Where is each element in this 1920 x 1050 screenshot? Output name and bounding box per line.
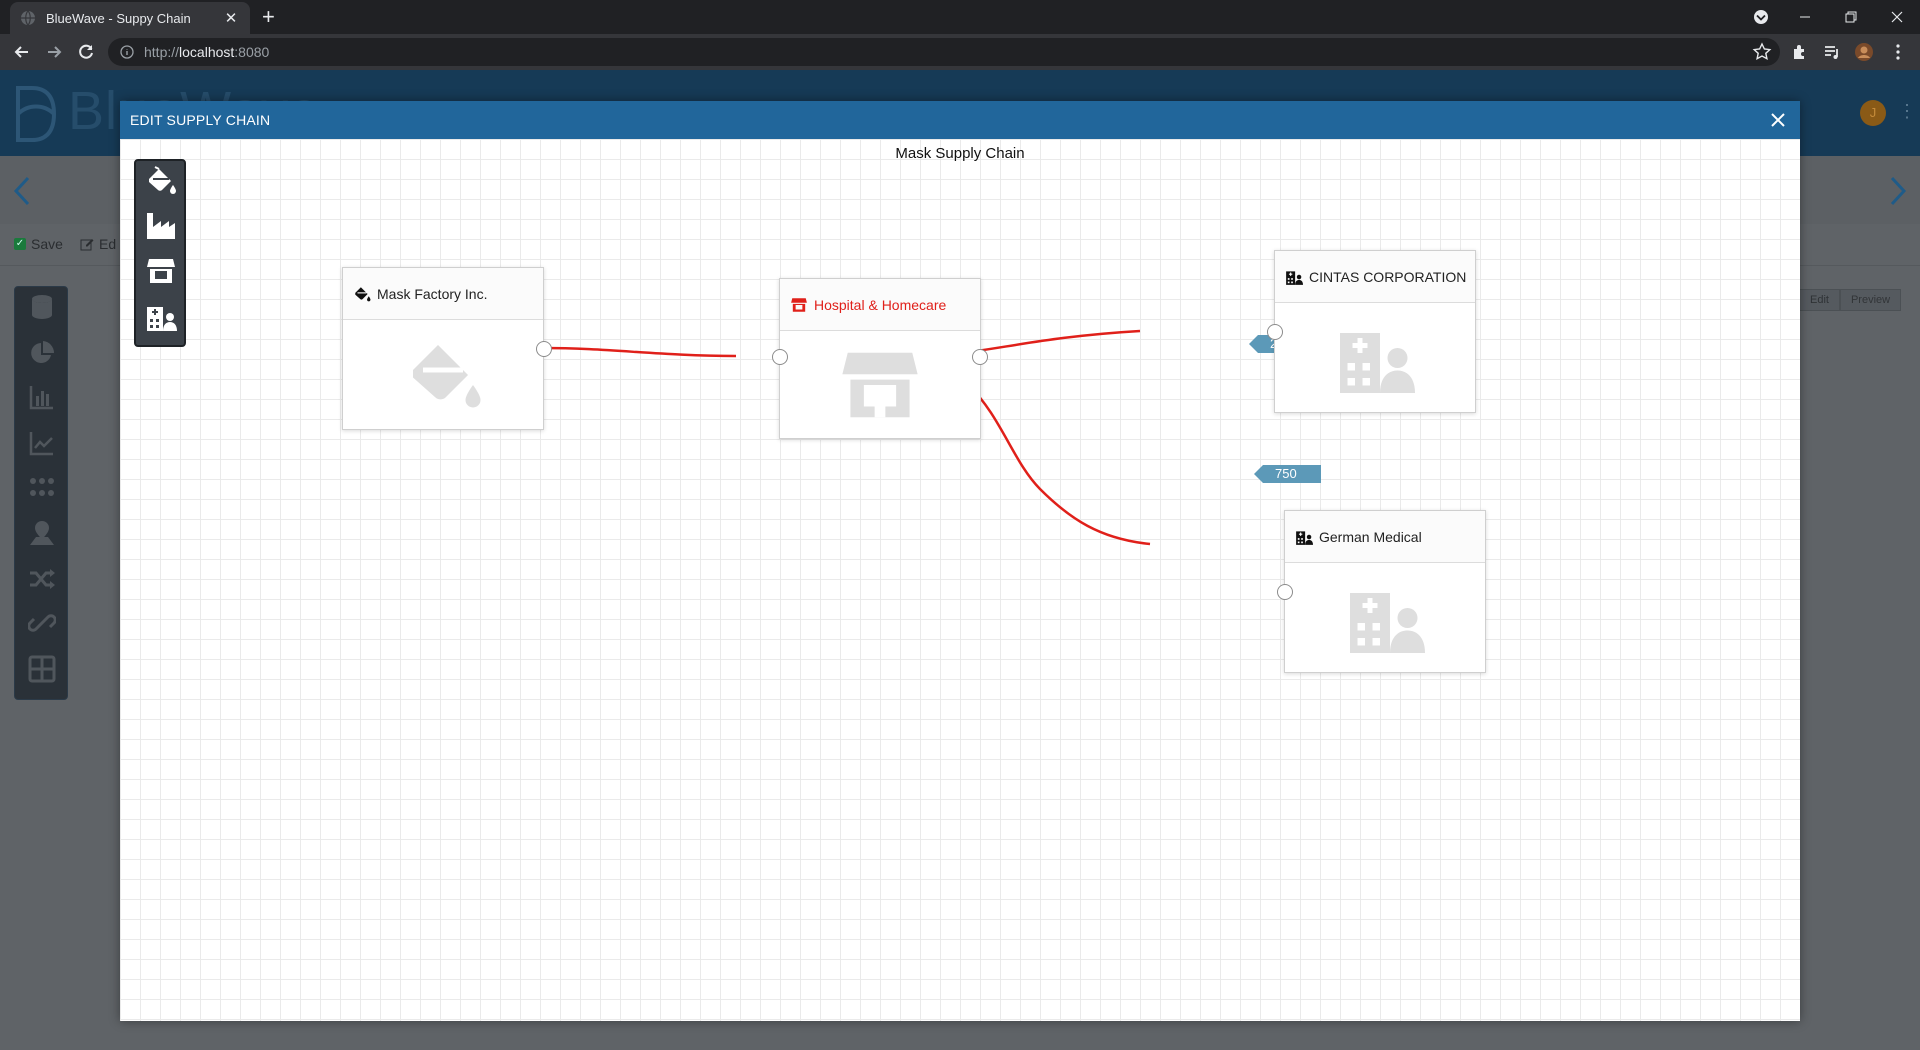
next-arrow-icon[interactable] (1888, 174, 1908, 208)
edit-label: Ed (99, 236, 117, 252)
back-arrow-icon[interactable] (12, 42, 32, 62)
url-text: http://localhost:8080 (144, 44, 270, 60)
profile-avatar-icon[interactable] (1854, 42, 1874, 62)
store-icon (842, 352, 918, 417)
modal-header: EDIT SUPPLY CHAIN (120, 101, 1800, 139)
edit-button[interactable]: Ed (80, 236, 116, 252)
bluewave-logo-icon (16, 86, 57, 142)
node-body (343, 320, 543, 429)
hospital-user-icon (1350, 592, 1425, 653)
media-queue-icon[interactable] (1822, 42, 1842, 62)
node-body (1285, 563, 1485, 672)
browser-menu-icon[interactable] (1888, 42, 1908, 62)
input-port[interactable] (1277, 584, 1293, 600)
input-port[interactable] (1267, 324, 1283, 340)
view-toggle: Edit Preview (1799, 289, 1902, 311)
store-icon (791, 297, 807, 312)
minimize-icon[interactable] (1782, 0, 1828, 34)
node-label: German Medical (1319, 528, 1422, 545)
table-grid-icon[interactable] (28, 655, 56, 683)
forward-arrow-icon[interactable] (44, 42, 64, 62)
node-body (780, 331, 980, 438)
reload-icon[interactable] (76, 42, 96, 62)
node-header: Hospital & Homecare (780, 279, 980, 331)
map-icon[interactable] (28, 519, 56, 547)
input-port[interactable] (772, 349, 788, 365)
save-button[interactable]: ✓ Save (14, 236, 63, 252)
node-label: Mask Factory Inc. (377, 285, 488, 302)
output-port[interactable] (536, 341, 552, 357)
bar-chart-icon[interactable] (28, 383, 56, 411)
modal-title: EDIT SUPPLY CHAIN (130, 112, 271, 128)
new-tab-button[interactable]: + (262, 6, 275, 28)
edit-mode-button[interactable]: Edit (1799, 289, 1840, 311)
edit-supply-chain-modal: EDIT SUPPLY CHAIN Mask Supply Chain 750 … (120, 101, 1800, 1021)
restore-icon[interactable] (1828, 0, 1874, 34)
link-factory-to-distributor[interactable] (542, 346, 737, 358)
diagram-canvas[interactable]: Mask Supply Chain 750 Mask Factory Inc. … (120, 139, 1800, 1021)
node-header: CINTAS CORPORATION (1275, 251, 1475, 303)
hospital-user-icon (1340, 332, 1415, 393)
hospital-user-icon (1296, 530, 1313, 545)
bookmark-star-icon[interactable] (1752, 42, 1772, 62)
node-cintas-corporation[interactable]: CINTAS CORPORATION (1267, 250, 1476, 413)
tab-close-icon[interactable]: ✕ (222, 9, 240, 27)
database-icon[interactable] (28, 293, 56, 321)
node-header: Mask Factory Inc. (343, 268, 543, 320)
extensions-icon[interactable] (1790, 42, 1810, 62)
node-body (1275, 303, 1475, 412)
preview-mode-button[interactable]: Preview (1839, 289, 1902, 311)
browser-toolbar: http://localhost:8080 (0, 34, 1920, 70)
paint-bucket-icon (413, 344, 481, 407)
user-avatar[interactable]: J (1860, 100, 1886, 126)
tab-title: BlueWave - Suppy Chain (46, 10, 191, 26)
dots-grid-icon[interactable] (28, 473, 56, 501)
browser-tab-bar: BlueWave - Suppy Chain ✕ + (0, 0, 1920, 34)
app-menu-icon[interactable]: ⋮ (1898, 102, 1916, 120)
node-label: CINTAS CORPORATION (1309, 268, 1467, 285)
node-label: Hospital & Homecare (814, 296, 947, 313)
shuffle-icon[interactable] (28, 565, 56, 593)
save-label: Save (31, 236, 63, 252)
address-bar[interactable]: http://localhost:8080 (108, 38, 1780, 66)
globe-icon (21, 10, 35, 26)
window-close-icon[interactable] (1874, 0, 1920, 34)
link-quantity-label: 750 (1254, 465, 1321, 483)
line-chart-icon[interactable] (28, 429, 56, 457)
info-icon[interactable] (120, 45, 134, 59)
edit-pencil-icon (80, 239, 94, 251)
previous-arrow-icon[interactable] (12, 174, 32, 208)
output-port[interactable] (972, 349, 988, 365)
browser-tab[interactable]: BlueWave - Suppy Chain ✕ (10, 2, 250, 34)
pie-chart-icon[interactable] (28, 339, 56, 367)
close-icon[interactable] (1768, 110, 1788, 130)
profile-menu-icon[interactable] (1738, 0, 1784, 34)
side-toolbar (14, 286, 68, 700)
paint-bucket-icon (355, 286, 371, 301)
node-hospital-homecare[interactable]: Hospital & Homecare (772, 278, 988, 439)
link-icon[interactable] (28, 609, 56, 637)
node-german-medical[interactable]: German Medical (1277, 510, 1486, 673)
checkmark-icon: ✓ (14, 238, 26, 250)
node-mask-factory[interactable]: Mask Factory Inc. (342, 267, 552, 430)
node-header: German Medical (1285, 511, 1485, 563)
hospital-user-icon (1286, 270, 1303, 285)
